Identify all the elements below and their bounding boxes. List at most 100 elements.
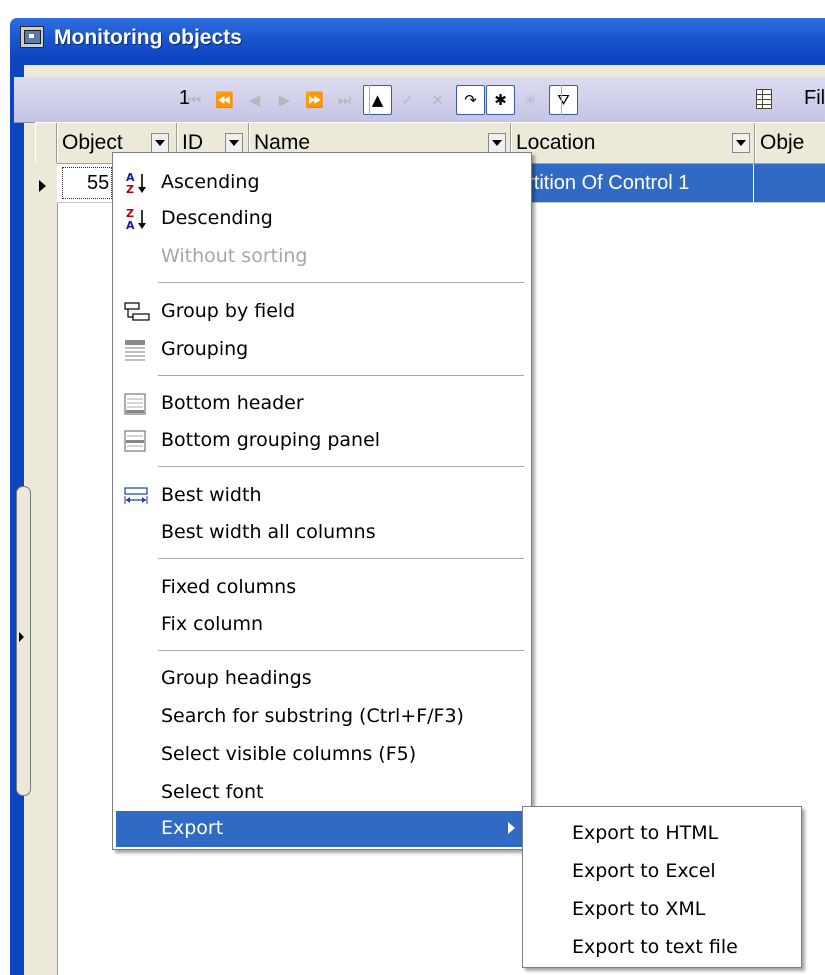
menu-item-label: Bottom header [161,392,304,414]
nav-prior-button[interactable]: ◀ [240,85,269,115]
bottom-grouping-panel-icon [124,430,146,452]
navigator-toolbar: 1 ⏮⏪◀▶⏩⏭▲✓✕↷✱✳⛛ Filt [14,77,825,123]
menu-separator [158,650,524,652]
nav-post-icon: ✓ [401,91,414,109]
nav-post-button[interactable]: ✓ [393,85,422,115]
header-indicator-cell [35,123,57,163]
row-indicator-column [35,163,58,975]
menu-separator [158,375,524,377]
menu-separator [158,466,524,468]
menu-item-grouping[interactable]: Grouping [116,332,527,368]
nav-first-button[interactable]: ⏮ [180,85,209,115]
nav-bookmark-button[interactable]: ✱ [486,85,515,115]
menu-item-group-by-field[interactable]: Group by field [116,294,527,330]
menu-item-best-width[interactable]: Best width [116,478,527,514]
svg-text:Z: Z [126,183,134,195]
menu-item-group-headings[interactable]: Group headings [116,661,527,697]
menu-item-export-text-file[interactable]: Export to text file [526,930,797,966]
nav-insert-button[interactable]: ▲ [363,85,392,115]
menu-item-export-excel[interactable]: Export to Excel [526,854,797,890]
grouping-icon [125,340,145,361]
window-title: Monitoring objects [54,26,242,49]
chevron-down-icon[interactable] [151,133,169,153]
nav-refresh-icon: ↷ [464,91,477,109]
menu-item-label: Select visible columns (F5) [161,743,417,765]
menu-item-search-for-substring[interactable]: Search for substring (Ctrl+F/F3) [116,699,527,735]
column-header-object-2[interactable]: Obje [755,123,825,163]
column-header-label: Location [516,131,596,154]
menu-item-label: Without sorting [161,245,308,267]
menu-item-descending[interactable]: Z A Descending [116,201,527,237]
nav-next-button[interactable]: ▶ [270,85,299,115]
nav-bookmark-icon: ✱ [494,91,507,109]
menu-item-select-visible-columns[interactable]: Select visible columns (F5) [116,737,527,773]
menu-item-label: Fix column [161,613,264,635]
nav-next-icon: ▶ [278,91,291,109]
nav-prior-page-icon: ⏪ [215,91,234,109]
sort-ascending-icon: A Z [126,171,146,195]
sort-descending-icon: Z A [126,207,146,231]
menu-item-best-width-all-columns[interactable]: Best width all columns [116,515,527,551]
menu-separator [158,558,524,560]
menu-item-ascending[interactable]: A Z Ascending [116,165,527,201]
submenu-arrow-icon [508,822,515,834]
menu-item-fixed-columns[interactable]: Fixed columns [116,570,527,606]
menu-item-label: Export to Excel [572,860,716,882]
menu-item-bottom-grouping-panel[interactable]: Bottom grouping panel [116,423,527,459]
nav-next-page-button[interactable]: ⏩ [300,85,329,115]
nav-cancel-button[interactable]: ✕ [423,85,452,115]
menu-item-label: Ascending [161,171,260,193]
menu-item-without-sorting[interactable]: Without sorting [116,239,527,275]
menu-item-label: Export [161,817,224,839]
group-by-field-icon [124,302,150,321]
column-header-label: ID [182,131,203,154]
menu-item-label: Group by field [161,300,296,322]
nav-filter-icon: ⛛ [557,91,570,109]
menu-item-fix-column[interactable]: Fix column [116,607,527,643]
menu-item-label: Group headings [161,667,312,689]
menu-item-export[interactable]: Export [116,811,527,847]
column-context-menu: A Z Ascending Z A Descending Without sor… [112,152,532,850]
table-cell-selected[interactable] [754,164,825,202]
chevron-down-icon[interactable] [732,133,750,153]
menu-item-label: Select font [161,781,264,803]
menu-item-label: Export to HTML [572,822,719,844]
export-submenu: Export to HTML Export to Excel Export to… [522,806,802,968]
nav-cancel-icon: ✕ [431,91,444,109]
toolbar-separator [369,85,370,115]
nav-last-icon: ⏭ [337,91,352,109]
toolbar-separator [561,85,562,115]
column-header-label: Obje [760,131,805,154]
nav-prior-icon: ◀ [248,91,261,109]
nav-last-button[interactable]: ⏭ [330,85,359,115]
nav-prior-page-button[interactable]: ⏪ [210,85,239,115]
title-bar[interactable]: Monitoring objects [10,18,825,60]
monitor-app-icon [20,26,44,48]
menu-item-export-html[interactable]: Export to HTML [526,816,797,852]
table-cell-location[interactable]: artition Of Control 1 [510,164,754,202]
menu-item-export-xml[interactable]: Export to XML [526,892,797,928]
nav-refresh-button[interactable]: ↷ [456,85,485,115]
nav-filter-button[interactable]: ⛛ [549,85,578,115]
chevron-down-icon[interactable] [225,133,243,153]
column-header-location[interactable]: Location [511,123,755,163]
table-cell-id[interactable]: 55 [62,167,112,199]
menu-item-label: Bottom grouping panel [161,429,381,451]
menu-item-label: Best width [161,484,262,506]
filter-label[interactable]: Filt [804,87,825,110]
menu-item-select-font[interactable]: Select font [116,775,527,811]
grid-view-icon[interactable] [756,89,772,109]
nav-goto-bookmark-button[interactable]: ✳ [516,85,545,115]
menu-item-label: Export to XML [572,898,706,920]
menu-item-label: Search for substring (Ctrl+F/F3) [161,705,464,727]
chevron-down-icon[interactable] [488,133,506,153]
menu-item-bottom-header[interactable]: Bottom header [116,386,527,422]
svg-text:A: A [126,219,135,231]
nav-next-page-icon: ⏩ [305,91,324,109]
nav-goto-bookmark-icon: ✳ [524,91,537,109]
menu-item-label: Fixed columns [161,576,297,598]
chevron-right-icon[interactable] [19,632,24,642]
menu-separator [158,282,524,284]
column-header-label: Object [62,131,123,154]
current-row-pointer-icon [39,180,46,192]
